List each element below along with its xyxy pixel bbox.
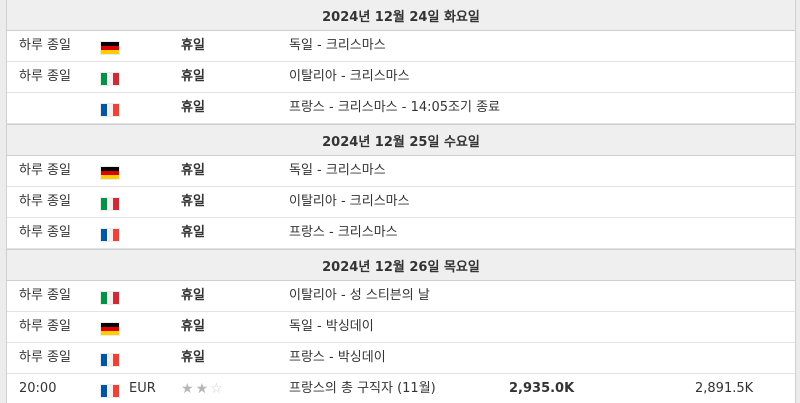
date-header: 2024년 12월 24일 화요일 (7, 0, 795, 31)
event-time: 하루 종일 (19, 163, 71, 178)
forecast-value: 2,891.5K (695, 381, 754, 396)
importance-label: 휴일 (181, 163, 205, 178)
event-time: 하루 종일 (19, 194, 71, 209)
event-time: 하루 종일 (19, 319, 71, 334)
event-name[interactable]: 독일 - 크리스마스 (289, 31, 386, 61)
event-name[interactable]: 독일 - 크리스마스 (289, 156, 386, 186)
table-row[interactable]: 휴일 프랑스 - 크리스마스 - 14:05조기 종료 (7, 93, 795, 124)
event-time: 20:00 (19, 381, 57, 396)
importance-star-icon: ★ (181, 381, 196, 397)
table-row[interactable]: 하루 종일 휴일 독일 - 박싱데이 (7, 312, 795, 343)
economic-calendar-table: 2024년 12월 24일 화요일 하루 종일 휴일 독일 - 크리스마스 하루… (6, 0, 796, 403)
importance-label: 휴일 (181, 319, 205, 334)
importance-stars: ★★☆ (181, 374, 225, 403)
event-time: 하루 종일 (19, 288, 71, 303)
event-name[interactable]: 이탈리아 - 크리스마스 (289, 62, 410, 92)
event-time: 하루 종일 (19, 350, 71, 365)
importance-label: 휴일 (181, 69, 205, 84)
france-flag-icon (101, 229, 119, 243)
france-flag-icon (101, 104, 119, 118)
importance-label: 휴일 (181, 225, 205, 240)
table-row[interactable]: 하루 종일 휴일 프랑스 - 크리스마스 (7, 218, 795, 249)
event-name[interactable]: 이탈리아 - 크리스마스 (289, 187, 410, 217)
france-flag-icon (101, 385, 119, 399)
event-name[interactable]: 이탈리아 - 성 스티븐의 날 (289, 281, 430, 311)
date-header: 2024년 12월 25일 수요일 (7, 124, 795, 156)
italy-flag-icon (101, 198, 119, 212)
table-row[interactable]: 하루 종일 휴일 이탈리아 - 성 스티븐의 날 (7, 281, 795, 312)
event-name[interactable]: 프랑스 - 박싱데이 (289, 343, 386, 373)
date-header: 2024년 12월 26일 목요일 (7, 249, 795, 281)
table-row[interactable]: 하루 종일 휴일 독일 - 크리스마스 (7, 156, 795, 187)
importance-label: 휴일 (181, 38, 205, 53)
importance-label: 휴일 (181, 350, 205, 365)
event-time: 하루 종일 (19, 69, 71, 84)
italy-flag-icon (101, 73, 119, 87)
france-flag-icon (101, 354, 119, 368)
currency-code: EUR (129, 381, 156, 396)
event-time: 하루 종일 (19, 38, 71, 53)
germany-flag-icon (101, 167, 119, 181)
italy-flag-icon (101, 292, 119, 306)
table-row[interactable]: 하루 종일 휴일 프랑스 - 박싱데이 (7, 343, 795, 374)
event-name[interactable]: 프랑스의 총 구직자 (11월) (289, 374, 436, 403)
importance-label: 휴일 (181, 194, 205, 209)
importance-label: 휴일 (181, 100, 205, 115)
actual-value: 2,935.0K (509, 381, 575, 396)
event-name[interactable]: 프랑스 - 크리스마스 (289, 218, 398, 248)
importance-star-empty-icon: ☆ (210, 381, 225, 397)
table-row[interactable]: 하루 종일 휴일 이탈리아 - 크리스마스 (7, 62, 795, 93)
table-row[interactable]: 하루 종일 휴일 이탈리아 - 크리스마스 (7, 187, 795, 218)
germany-flag-icon (101, 323, 119, 337)
germany-flag-icon (101, 42, 119, 56)
importance-label: 휴일 (181, 288, 205, 303)
event-name[interactable]: 프랑스 - 크리스마스 - 14:05조기 종료 (289, 93, 500, 123)
table-row[interactable]: 하루 종일 휴일 독일 - 크리스마스 (7, 31, 795, 62)
table-row[interactable]: 20:00 EUR ★★☆ 프랑스의 총 구직자 (11월) 2,935.0K … (7, 374, 795, 403)
event-time: 하루 종일 (19, 225, 71, 240)
importance-star-icon: ★ (195, 381, 211, 397)
event-name[interactable]: 독일 - 박싱데이 (289, 312, 374, 342)
